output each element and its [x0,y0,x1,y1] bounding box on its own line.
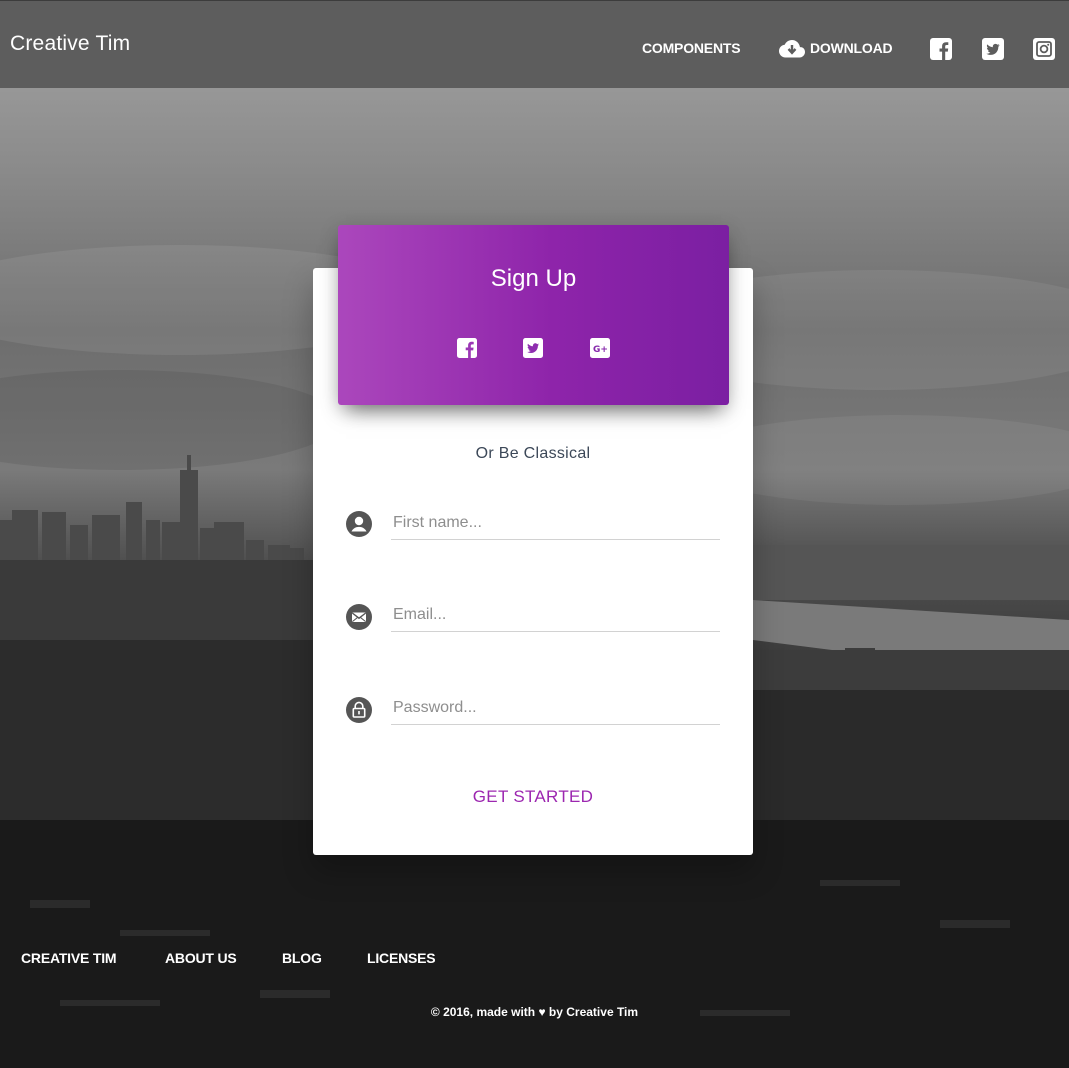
instagram-icon[interactable] [1033,38,1055,60]
cloud-download-icon [779,40,805,58]
copyright-text: © 2016, made with ♥ by Creative Tim [430,1005,639,1019]
brand-logo-text[interactable]: Creative Tim [10,32,130,56]
email-input[interactable] [391,598,720,632]
first-name-input[interactable] [391,506,720,540]
nav-download-label: DOWNLOAD [810,40,893,56]
get-started-button[interactable]: GET STARTED [313,787,753,807]
facebook-icon[interactable] [457,338,477,358]
lock-icon [346,697,372,723]
nav-components-link[interactable]: COMPONENTS [642,40,741,56]
footer-link-about-us[interactable]: ABOUT US [165,950,237,966]
svg-text:G+: G+ [593,345,608,355]
password-input[interactable] [391,691,720,725]
twitter-icon[interactable] [523,338,543,358]
footer-link-licenses[interactable]: LICENSES [367,950,436,966]
face-icon [346,511,372,537]
facebook-square-icon[interactable] [930,38,952,60]
top-navbar: Creative Tim COMPONENTS DOWNLOAD [0,0,1069,88]
signup-card-header: Sign Up G+ [338,225,729,405]
footer-link-creative-tim[interactable]: CREATIVE TIM [21,950,117,966]
footer-link-blog[interactable]: BLOG [282,950,322,966]
divider-text: Or Be Classical [475,445,591,462]
twitter-square-icon[interactable] [982,38,1004,60]
email-icon [346,604,372,630]
card-title: Sign Up [490,265,577,292]
google-plus-icon[interactable]: G+ [590,338,610,358]
